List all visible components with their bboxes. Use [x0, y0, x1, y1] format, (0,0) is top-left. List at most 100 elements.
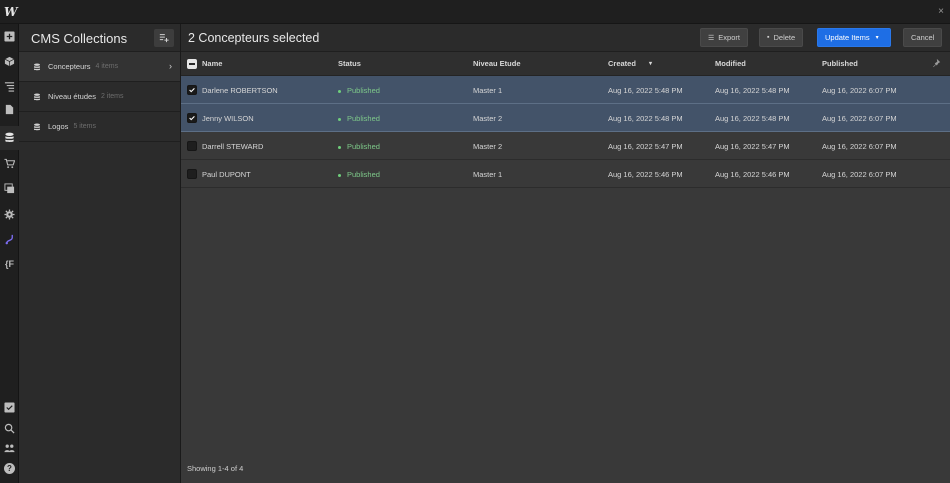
column-header-name[interactable]: Name — [202, 59, 222, 68]
cell-modified: Aug 16, 2022 5:48 PM — [715, 86, 790, 95]
pages-icon[interactable] — [3, 103, 16, 116]
row-checkbox[interactable] — [187, 113, 197, 123]
update-label: Update Items — [825, 33, 870, 42]
cancel-label: Cancel — [911, 33, 935, 42]
cell-name: Paul DUPONT — [202, 170, 251, 179]
cms-icon[interactable] — [3, 131, 16, 144]
tasks-icon[interactable] — [3, 401, 16, 414]
cms-collections-panel: CMS Collections Concepteurs 4 items › Ni… — [19, 24, 181, 483]
collection-item-logos[interactable]: Logos 5 items — [19, 112, 180, 142]
select-all-checkbox[interactable] — [187, 59, 197, 69]
column-header-modified[interactable]: Modified — [715, 59, 746, 68]
cell-name: Darlene ROBERTSON — [202, 86, 278, 95]
cell-published: Aug 16, 2022 6:07 PM — [822, 114, 897, 123]
status-text: Published — [347, 142, 380, 151]
variables-icon[interactable]: {F — [3, 257, 16, 270]
add-collection-icon — [159, 34, 169, 43]
column-header-status[interactable]: Status — [338, 59, 361, 68]
add-collection-button[interactable] — [154, 29, 174, 47]
status-dot — [338, 89, 341, 93]
help-glyph: ? — [4, 463, 15, 474]
export-button[interactable]: ☰ Export — [700, 28, 748, 47]
panel-title: CMS Collections — [31, 31, 128, 46]
row-checkbox[interactable] — [187, 169, 197, 179]
cell-niveau: Master 1 — [473, 86, 503, 95]
collection-count: 2 items — [100, 93, 124, 100]
status-text: Published — [347, 114, 380, 123]
cell-status: Published — [338, 114, 380, 123]
cell-modified: Aug 16, 2022 5:48 PM — [715, 114, 790, 123]
delete-button[interactable]: ▪ Delete — [759, 28, 804, 47]
collection-name: Logos — [48, 122, 69, 131]
help-icon[interactable]: ? — [3, 462, 16, 475]
chevron-down-icon: ▾ — [875, 35, 879, 41]
collection-item-niveau-etudes[interactable]: Niveau études 2 items — [19, 82, 180, 112]
trash-icon: ▪ — [767, 34, 770, 41]
cell-published: Aug 16, 2022 6:07 PM — [822, 86, 897, 95]
status-text: Published — [347, 170, 380, 179]
column-header-niveau[interactable]: Niveau Etude — [473, 59, 521, 68]
cell-niveau: Master 2 — [473, 114, 503, 123]
check-icon — [189, 116, 195, 121]
status-text: Published — [347, 86, 380, 95]
ecommerce-icon[interactable] — [3, 157, 16, 170]
box-icon[interactable] — [3, 55, 16, 68]
table-row[interactable]: Jenny WILSON Published Master 2 Aug 16, … — [181, 104, 950, 132]
database-icon — [33, 122, 42, 131]
pagination-summary: Showing 1-4 of 4 — [187, 464, 244, 473]
sort-desc-icon: ▾ — [649, 61, 653, 67]
cell-published: Aug 16, 2022 6:07 PM — [822, 142, 897, 151]
column-header-created[interactable]: Created — [608, 59, 636, 68]
collection-item-concepteurs[interactable]: Concepteurs 4 items › — [19, 52, 180, 82]
add-icon[interactable] — [3, 30, 16, 43]
cell-status: Published — [338, 170, 380, 179]
collaborators-icon[interactable] — [3, 442, 16, 455]
database-icon — [33, 92, 42, 101]
cell-modified: Aug 16, 2022 5:47 PM — [715, 142, 790, 151]
chevron-right-icon: › — [169, 61, 172, 71]
cell-created: Aug 16, 2022 5:48 PM — [608, 86, 683, 95]
row-checkbox[interactable] — [187, 141, 197, 151]
column-header-published[interactable]: Published — [822, 59, 858, 68]
status-dot — [338, 145, 341, 149]
cell-niveau: Master 2 — [473, 142, 503, 151]
database-icon — [33, 62, 42, 71]
left-toolbar: {F ? — [0, 24, 19, 483]
top-bar: W × — [0, 0, 950, 24]
export-icon: ☰ — [708, 34, 715, 42]
cell-status: Published — [338, 142, 380, 151]
cell-modified: Aug 16, 2022 5:46 PM — [715, 170, 790, 179]
collection-count: 4 items — [95, 63, 119, 70]
collection-name: Concepteurs — [48, 62, 91, 71]
update-items-button[interactable]: Update Items ▾ — [817, 28, 891, 47]
cell-published: Aug 16, 2022 6:07 PM — [822, 170, 897, 179]
minus-icon — [189, 63, 195, 65]
cancel-button[interactable]: Cancel — [903, 28, 943, 47]
export-label: Export — [718, 33, 740, 42]
table-row[interactable]: Darrell STEWARD Published Master 2 Aug 1… — [181, 132, 950, 160]
collection-items-view: 2 Concepteurs selected ☰ Export ▪ Delete… — [181, 24, 950, 483]
cell-name: Jenny WILSON — [202, 114, 254, 123]
status-dot — [338, 173, 341, 177]
table-row[interactable]: Darlene ROBERTSON Published Master 1 Aug… — [181, 76, 950, 104]
collection-count: 5 items — [73, 123, 96, 130]
check-icon — [189, 88, 195, 93]
cell-niveau: Master 1 — [473, 170, 503, 179]
selection-title: 2 Concepteurs selected — [188, 31, 320, 45]
navigator-icon[interactable] — [3, 80, 16, 93]
cell-status: Published — [338, 86, 380, 95]
pin-icon[interactable] — [931, 58, 941, 70]
cell-created: Aug 16, 2022 5:48 PM — [608, 114, 683, 123]
table-row[interactable]: Paul DUPONT Published Master 1 Aug 16, 2… — [181, 160, 950, 188]
webflow-logo[interactable]: W — [4, 5, 17, 19]
logic-icon[interactable] — [3, 233, 16, 246]
status-dot — [338, 117, 341, 121]
search-icon[interactable] — [3, 422, 16, 435]
row-checkbox[interactable] — [187, 85, 197, 95]
selection-header: 2 Concepteurs selected ☰ Export ▪ Delete… — [181, 24, 950, 52]
table-header: Name Status Niveau Etude Created ▾ Modif… — [181, 52, 950, 76]
close-icon[interactable]: × — [938, 6, 944, 17]
settings-icon[interactable] — [3, 208, 16, 221]
assets-icon[interactable] — [3, 182, 16, 195]
panel-header: CMS Collections — [19, 24, 180, 52]
